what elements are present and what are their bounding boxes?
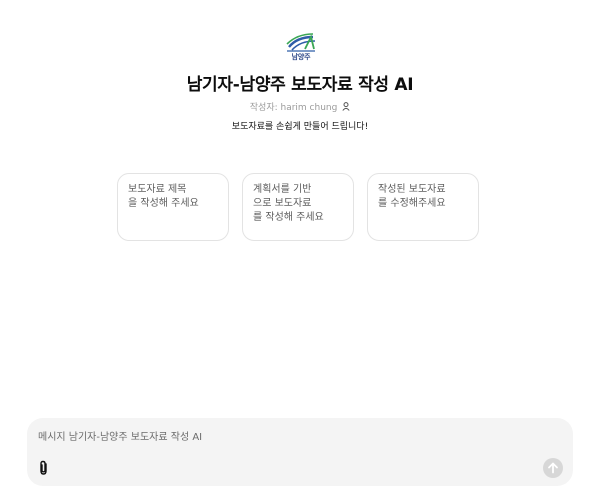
attach-button[interactable] <box>37 460 51 476</box>
message-composer <box>27 418 573 486</box>
paperclip-icon <box>40 460 47 475</box>
suggestion-card[interactable]: 계획서를 기반 으로 보도자료 를 작성해 주세요 <box>242 173 354 241</box>
suggestion-card[interactable]: 작성된 보도자료 를 수정해주세요 <box>367 173 479 241</box>
author-text: 작성자: harim chung <box>249 103 338 113</box>
logo-icon <box>286 33 316 52</box>
arrow-up-icon <box>548 462 558 474</box>
person-icon <box>342 102 350 114</box>
page-subtitle: 보도자료를 손쉽게 만들어 드립니다! <box>231 122 369 132</box>
namyangju-logo: 남양주 <box>283 33 319 63</box>
page-title: 남기자-남양주 보도자료 작성 AI <box>186 75 414 95</box>
gpt-chat-page: 남양주 남기자-남양주 보도자료 작성 AI 작성자: harim chung … <box>0 0 600 491</box>
logo-text: 남양주 <box>291 53 311 61</box>
author-line: 작성자: harim chung <box>0 100 600 114</box>
send-button[interactable] <box>543 458 563 478</box>
suggestion-card[interactable]: 보도자료 제목 을 작성해 주세요 <box>117 173 229 241</box>
message-input[interactable] <box>38 429 518 445</box>
